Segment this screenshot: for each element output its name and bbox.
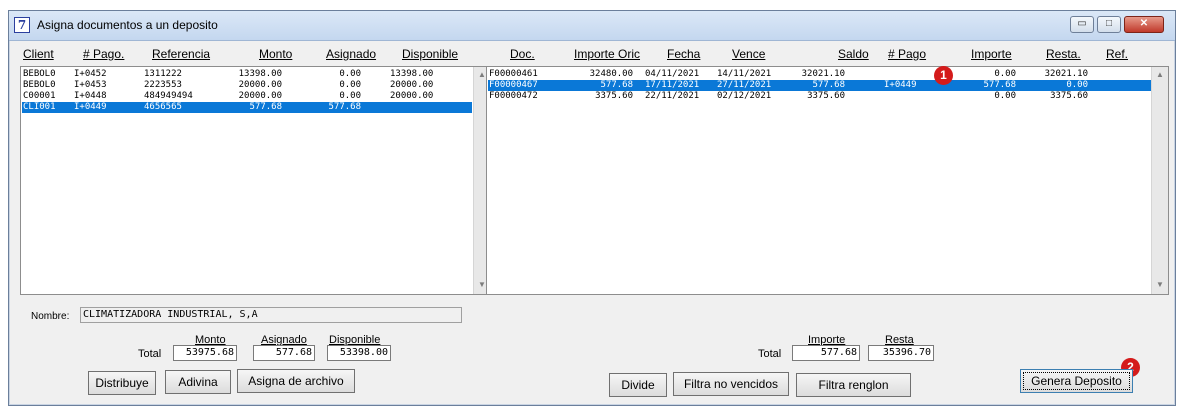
table-row[interactable]: C00001 I+0448 484949494 20000.00 0.00 20… (22, 91, 472, 102)
col-header-client[interactable]: Client (23, 47, 54, 61)
referencia-cell: 4656565 (144, 102, 182, 112)
col-header-resta[interactable]: Resta. (1046, 47, 1081, 61)
asigna-de-archivo-button[interactable]: Asigna de archivo (237, 369, 355, 393)
app-icon: 7 (14, 17, 30, 33)
filtra-no-vencidos-button[interactable]: Filtra no vencidos (673, 372, 789, 396)
disponible-cell: 13398.00 (390, 69, 434, 79)
monto-cell: 20000.00 (238, 91, 282, 101)
pago-cell: I+0453 (74, 80, 107, 90)
resta-cell: 3375.60 (1050, 91, 1088, 101)
col-header-doc[interactable]: Doc. (510, 47, 535, 61)
client-cell: BEBOL0 (23, 69, 56, 79)
table-row-selected[interactable]: CLI001 I+0449 4656565 577.68 577.68 (22, 102, 472, 113)
client-cell: CLI001 (23, 102, 56, 112)
table-row[interactable]: F00000472 3375.60 22/11/2021 02/12/2021 … (488, 91, 1152, 102)
saldo-cell: 3375.60 (807, 91, 845, 101)
adivina-button[interactable]: Adivina (165, 370, 231, 394)
importe-cell: 0.00 (994, 91, 1016, 101)
monto-cell: 13398.00 (238, 69, 282, 79)
documents-list[interactable]: F00000461 32480.00 04/11/2021 14/11/2021… (486, 66, 1169, 295)
genera-deposito-button[interactable]: Genera Deposito (1020, 369, 1133, 393)
saldo-cell: 577.68 (812, 80, 845, 90)
saldo-cell: 32021.10 (801, 69, 845, 79)
close-button[interactable]: ✕ (1124, 16, 1164, 33)
resta-cell: 0.00 (1066, 80, 1088, 90)
minimize-button[interactable]: ▭ (1070, 16, 1094, 33)
col-header-saldo[interactable]: Saldo (838, 47, 869, 61)
asignado-cell: 577.68 (328, 102, 361, 112)
referencia-cell: 2223553 (144, 80, 182, 90)
left-total-label: Total (138, 348, 162, 360)
importe-cell: 0.00 (994, 69, 1016, 79)
filtra-renglon-button[interactable]: Filtra renglon (796, 373, 911, 397)
asignado-cell: 0.00 (339, 91, 361, 101)
vence-cell: 14/11/2021 (717, 69, 772, 79)
asignado-cell: 0.00 (339, 80, 361, 90)
maximize-button[interactable]: □ (1097, 16, 1121, 33)
scroll-down-arrow-icon[interactable]: ▼ (1153, 278, 1167, 292)
monto-cell: 20000.00 (238, 80, 282, 90)
total-disponible-field: 53398.00 (327, 345, 391, 361)
window-title: Asigna documentos a un deposito (37, 18, 218, 32)
col-header-asignado[interactable]: Asignado (326, 47, 376, 61)
client-cell: BEBOL0 (23, 80, 56, 90)
nombre-field: CLIMATIZADORA INDUSTRIAL, S,A (80, 307, 462, 323)
fecha-cell: 04/11/2021 (645, 69, 700, 79)
col-header-ref[interactable]: Ref. (1106, 47, 1128, 61)
importe-orig-cell: 3375.60 (595, 91, 633, 101)
col-header-importe[interactable]: Importe (971, 47, 1012, 61)
pago-cell: I+0448 (74, 91, 107, 101)
importe-orig-cell: 577.68 (600, 80, 633, 90)
importe-orig-cell: 32480.00 (589, 69, 633, 79)
right-total-label: Total (758, 348, 782, 360)
table-row-selected[interactable]: F00000467 577.68 17/11/2021 27/11/2021 5… (488, 80, 1152, 91)
asignado-cell: 0.00 (339, 69, 361, 79)
nombre-label: Nombre: (31, 311, 70, 322)
disponible-cell: 20000.00 (390, 91, 434, 101)
total-asignado-field: 577.68 (253, 345, 315, 361)
col-header-fecha[interactable]: Fecha (667, 47, 700, 61)
total-monto-field: 53975.68 (173, 345, 237, 361)
referencia-cell: 1311222 (144, 69, 182, 79)
col-header-disponible[interactable]: Disponible (402, 47, 458, 61)
col-header-importe-orig[interactable]: Importe Oric (574, 47, 640, 61)
col-header-referencia[interactable]: Referencia (152, 47, 210, 61)
total-importe-field: 577.68 (792, 345, 860, 361)
resta-cell: 32021.10 (1044, 69, 1088, 79)
payments-list[interactable]: BEBOL0 I+0452 1311222 13398.00 0.00 1339… (20, 66, 490, 295)
fecha-cell: 22/11/2021 (645, 91, 700, 101)
doc-cell: F00000472 (489, 91, 538, 101)
table-row[interactable]: BEBOL0 I+0452 1311222 13398.00 0.00 1339… (22, 69, 472, 80)
doc-cell: F00000461 (489, 69, 538, 79)
annotation-badge-1: 1 (934, 66, 953, 85)
table-row[interactable]: F00000461 32480.00 04/11/2021 14/11/2021… (488, 69, 1152, 80)
col-header-vence[interactable]: Vence (732, 47, 765, 61)
pago-cell: I+0452 (74, 69, 107, 79)
divide-button[interactable]: Divide (609, 373, 667, 397)
disponible-cell: 20000.00 (390, 80, 434, 90)
col-header-pago-right[interactable]: # Pago (888, 47, 926, 61)
fecha-cell: 17/11/2021 (645, 80, 700, 90)
doc-cell: F00000467 (489, 80, 538, 90)
col-header-monto[interactable]: Monto (259, 47, 292, 61)
importe-cell: 577.68 (983, 80, 1016, 90)
monto-cell: 577.68 (249, 102, 282, 112)
vence-cell: 02/12/2021 (717, 91, 772, 101)
distribuye-button[interactable]: Distribuye (88, 371, 156, 395)
total-resta-field: 35396.70 (868, 345, 934, 361)
pago-cell: I+0449 (74, 102, 107, 112)
client-cell: C00001 (23, 91, 56, 101)
title-bar[interactable]: 7 Asigna documentos a un deposito ▭ □ ✕ (9, 11, 1175, 41)
col-header-pago[interactable]: # Pago. (83, 47, 124, 61)
assign-documents-window: 7 Asigna documentos a un deposito ▭ □ ✕ … (8, 10, 1176, 406)
table-row[interactable]: BEBOL0 I+0453 2223553 20000.00 0.00 2000… (22, 80, 472, 91)
scroll-up-arrow-icon[interactable]: ▲ (1153, 68, 1167, 82)
right-vertical-scrollbar[interactable]: ▲ ▼ (1151, 67, 1168, 294)
vence-cell: 27/11/2021 (717, 80, 772, 90)
pago-cell: I+0449 (884, 80, 917, 90)
referencia-cell: 484949494 (144, 91, 193, 101)
